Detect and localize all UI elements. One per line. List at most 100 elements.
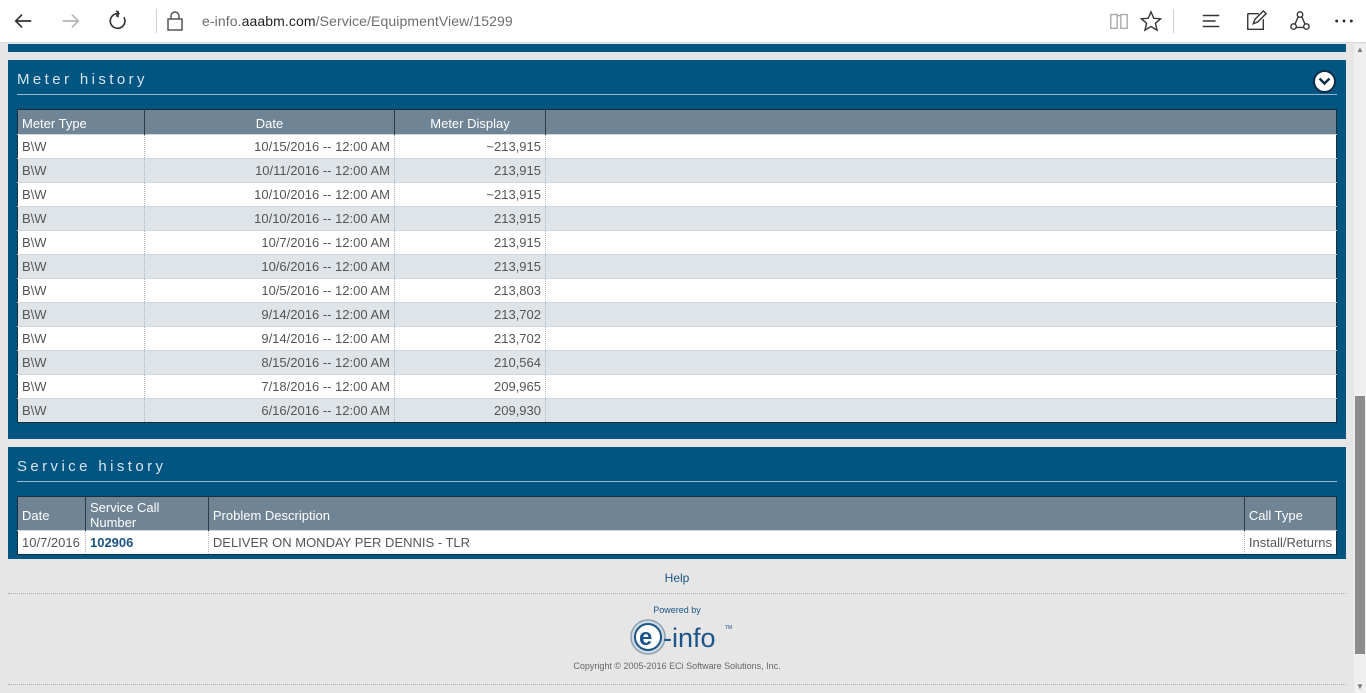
more-button[interactable]: [1331, 8, 1357, 34]
meter-display: 209,965: [394, 374, 546, 399]
column-header[interactable]: Date: [17, 496, 86, 531]
empty-cell: [545, 374, 1337, 399]
meter-date: 10/5/2016 -- 12:00 AM: [144, 278, 395, 303]
meter-display: 209,930: [394, 398, 546, 423]
empty-cell: [545, 254, 1337, 279]
meter-display: 213,702: [394, 326, 546, 351]
column-header[interactable]: Problem Description: [208, 496, 1245, 531]
svg-text:-info: -info: [663, 623, 716, 653]
back-button[interactable]: [8, 6, 38, 36]
scroll-thumb[interactable]: [1355, 396, 1365, 654]
e-info-logo: e -info TM: [630, 619, 732, 655]
problem-description: DELIVER ON MONDAY PER DENNIS - TLR: [208, 530, 1245, 555]
svg-text:TM: TM: [725, 625, 732, 631]
meter-type: B\W: [17, 398, 145, 423]
meter-display: 213,915: [394, 158, 546, 183]
column-header[interactable]: Meter Display: [394, 109, 546, 135]
browser-toolbar: e-info.aaabm.com/Service/EquipmentView/1…: [0, 0, 1366, 43]
share-icon: [1290, 11, 1310, 30]
meter-display: ~213,915: [394, 182, 546, 207]
meter-date: 9/14/2016 -- 12:00 AM: [144, 326, 395, 351]
table-row: B\W 6/16/2016 -- 12:00 AM 209,930: [17, 398, 1337, 423]
address-separator: [156, 9, 157, 33]
back-icon: [14, 13, 32, 29]
more-icon: [1335, 19, 1353, 23]
page-content: Meter history Meter Type Date Meter Disp…: [0, 44, 1354, 693]
service-call-number-cell: 102906: [85, 530, 209, 555]
empty-cell: [545, 326, 1337, 351]
lock-icon: [167, 11, 183, 31]
toolbar-separator: [1173, 9, 1174, 33]
meter-type: B\W: [17, 206, 145, 231]
column-header[interactable]: Meter Type: [17, 109, 145, 135]
footer-divider: [8, 684, 1346, 685]
meter-date: 10/11/2016 -- 12:00 AM: [144, 158, 395, 183]
reading-view-button[interactable]: [1106, 8, 1132, 34]
empty-cell: [545, 350, 1337, 375]
table-row: B\W 10/5/2016 -- 12:00 AM 213,803: [17, 278, 1337, 303]
meter-type: B\W: [17, 134, 145, 159]
forward-button[interactable]: [56, 6, 86, 36]
column-header-empty: [545, 109, 1337, 135]
meter-type: B\W: [17, 278, 145, 303]
column-header[interactable]: Service Call Number: [85, 496, 209, 531]
meter-display: 213,915: [394, 206, 546, 231]
table-row: B\W 7/18/2016 -- 12:00 AM 209,965: [17, 374, 1337, 399]
web-note-button[interactable]: [1243, 8, 1269, 34]
meter-display: ~213,915: [394, 134, 546, 159]
table-row: B\W 10/15/2016 -- 12:00 AM ~213,915: [17, 134, 1337, 159]
address-bar[interactable]: e-info.aaabm.com/Service/EquipmentView/1…: [202, 13, 513, 29]
vertical-scrollbar[interactable]: ▲ ▼: [1354, 44, 1366, 693]
meter-display: 210,564: [394, 350, 546, 375]
panel-divider: [17, 481, 1337, 482]
meter-type: B\W: [17, 254, 145, 279]
meter-date: 10/7/2016 -- 12:00 AM: [144, 230, 395, 255]
meter-date: 9/14/2016 -- 12:00 AM: [144, 302, 395, 327]
table-row: B\W 9/14/2016 -- 12:00 AM 213,702: [17, 326, 1337, 351]
meter-type: B\W: [17, 374, 145, 399]
meter-date: 7/18/2016 -- 12:00 AM: [144, 374, 395, 399]
meter-type: B\W: [17, 230, 145, 255]
help-link[interactable]: Help: [0, 571, 1354, 585]
meter-history-title: Meter history: [17, 71, 148, 88]
empty-cell: [545, 302, 1337, 327]
table-row: B\W 10/10/2016 -- 12:00 AM 213,915: [17, 206, 1337, 231]
meter-display: 213,915: [394, 254, 546, 279]
table-row: B\W 10/11/2016 -- 12:00 AM 213,915: [17, 158, 1337, 183]
scroll-up-icon[interactable]: ▲: [1354, 44, 1366, 56]
service-date: 10/7/2016: [17, 530, 86, 555]
table-row: B\W 10/6/2016 -- 12:00 AM 213,915: [17, 254, 1337, 279]
table-row: B\W 9/14/2016 -- 12:00 AM 213,702: [17, 302, 1337, 327]
column-header[interactable]: Call Type: [1244, 496, 1337, 531]
hub-button[interactable]: [1198, 8, 1224, 34]
meter-type: B\W: [17, 158, 145, 183]
meter-display: 213,803: [394, 278, 546, 303]
svg-text:e: e: [639, 624, 652, 651]
call-type: Install/Returns: [1244, 530, 1337, 555]
collapse-button[interactable]: [1313, 70, 1336, 93]
meter-type: B\W: [17, 350, 145, 375]
share-button[interactable]: [1287, 8, 1313, 34]
reading-view-icon: [1110, 13, 1128, 30]
service-history-table: Date Service Call Number Problem Descrip…: [17, 496, 1337, 555]
empty-cell: [545, 182, 1337, 207]
copyright-text: Copyright © 2005-2016 ECi Software Solut…: [573, 661, 781, 671]
refresh-button[interactable]: [103, 6, 133, 36]
empty-cell: [545, 230, 1337, 255]
web-note-icon: [1247, 10, 1267, 30]
meter-date: 10/6/2016 -- 12:00 AM: [144, 254, 395, 279]
service-history-panel: Service history Date Service Call Number…: [8, 447, 1346, 559]
panel-divider: [17, 94, 1337, 95]
favorite-button[interactable]: [1138, 8, 1164, 34]
meter-history-rows: B\W 10/15/2016 -- 12:00 AM ~213,915 B\W 10/1…: [17, 134, 1337, 423]
meter-date: 6/16/2016 -- 12:00 AM: [144, 398, 395, 423]
service-call-link[interactable]: 102906: [90, 535, 133, 550]
empty-cell: [545, 398, 1337, 423]
powered-by-label: Powered by: [653, 605, 701, 615]
favorite-star-icon: [1140, 10, 1162, 32]
scroll-down-icon[interactable]: ▼: [1354, 681, 1366, 693]
empty-cell: [545, 134, 1337, 159]
service-history-title: Service history: [17, 458, 167, 475]
column-header[interactable]: Date: [144, 109, 395, 135]
table-row: B\W 10/10/2016 -- 12:00 AM ~213,915: [17, 182, 1337, 207]
